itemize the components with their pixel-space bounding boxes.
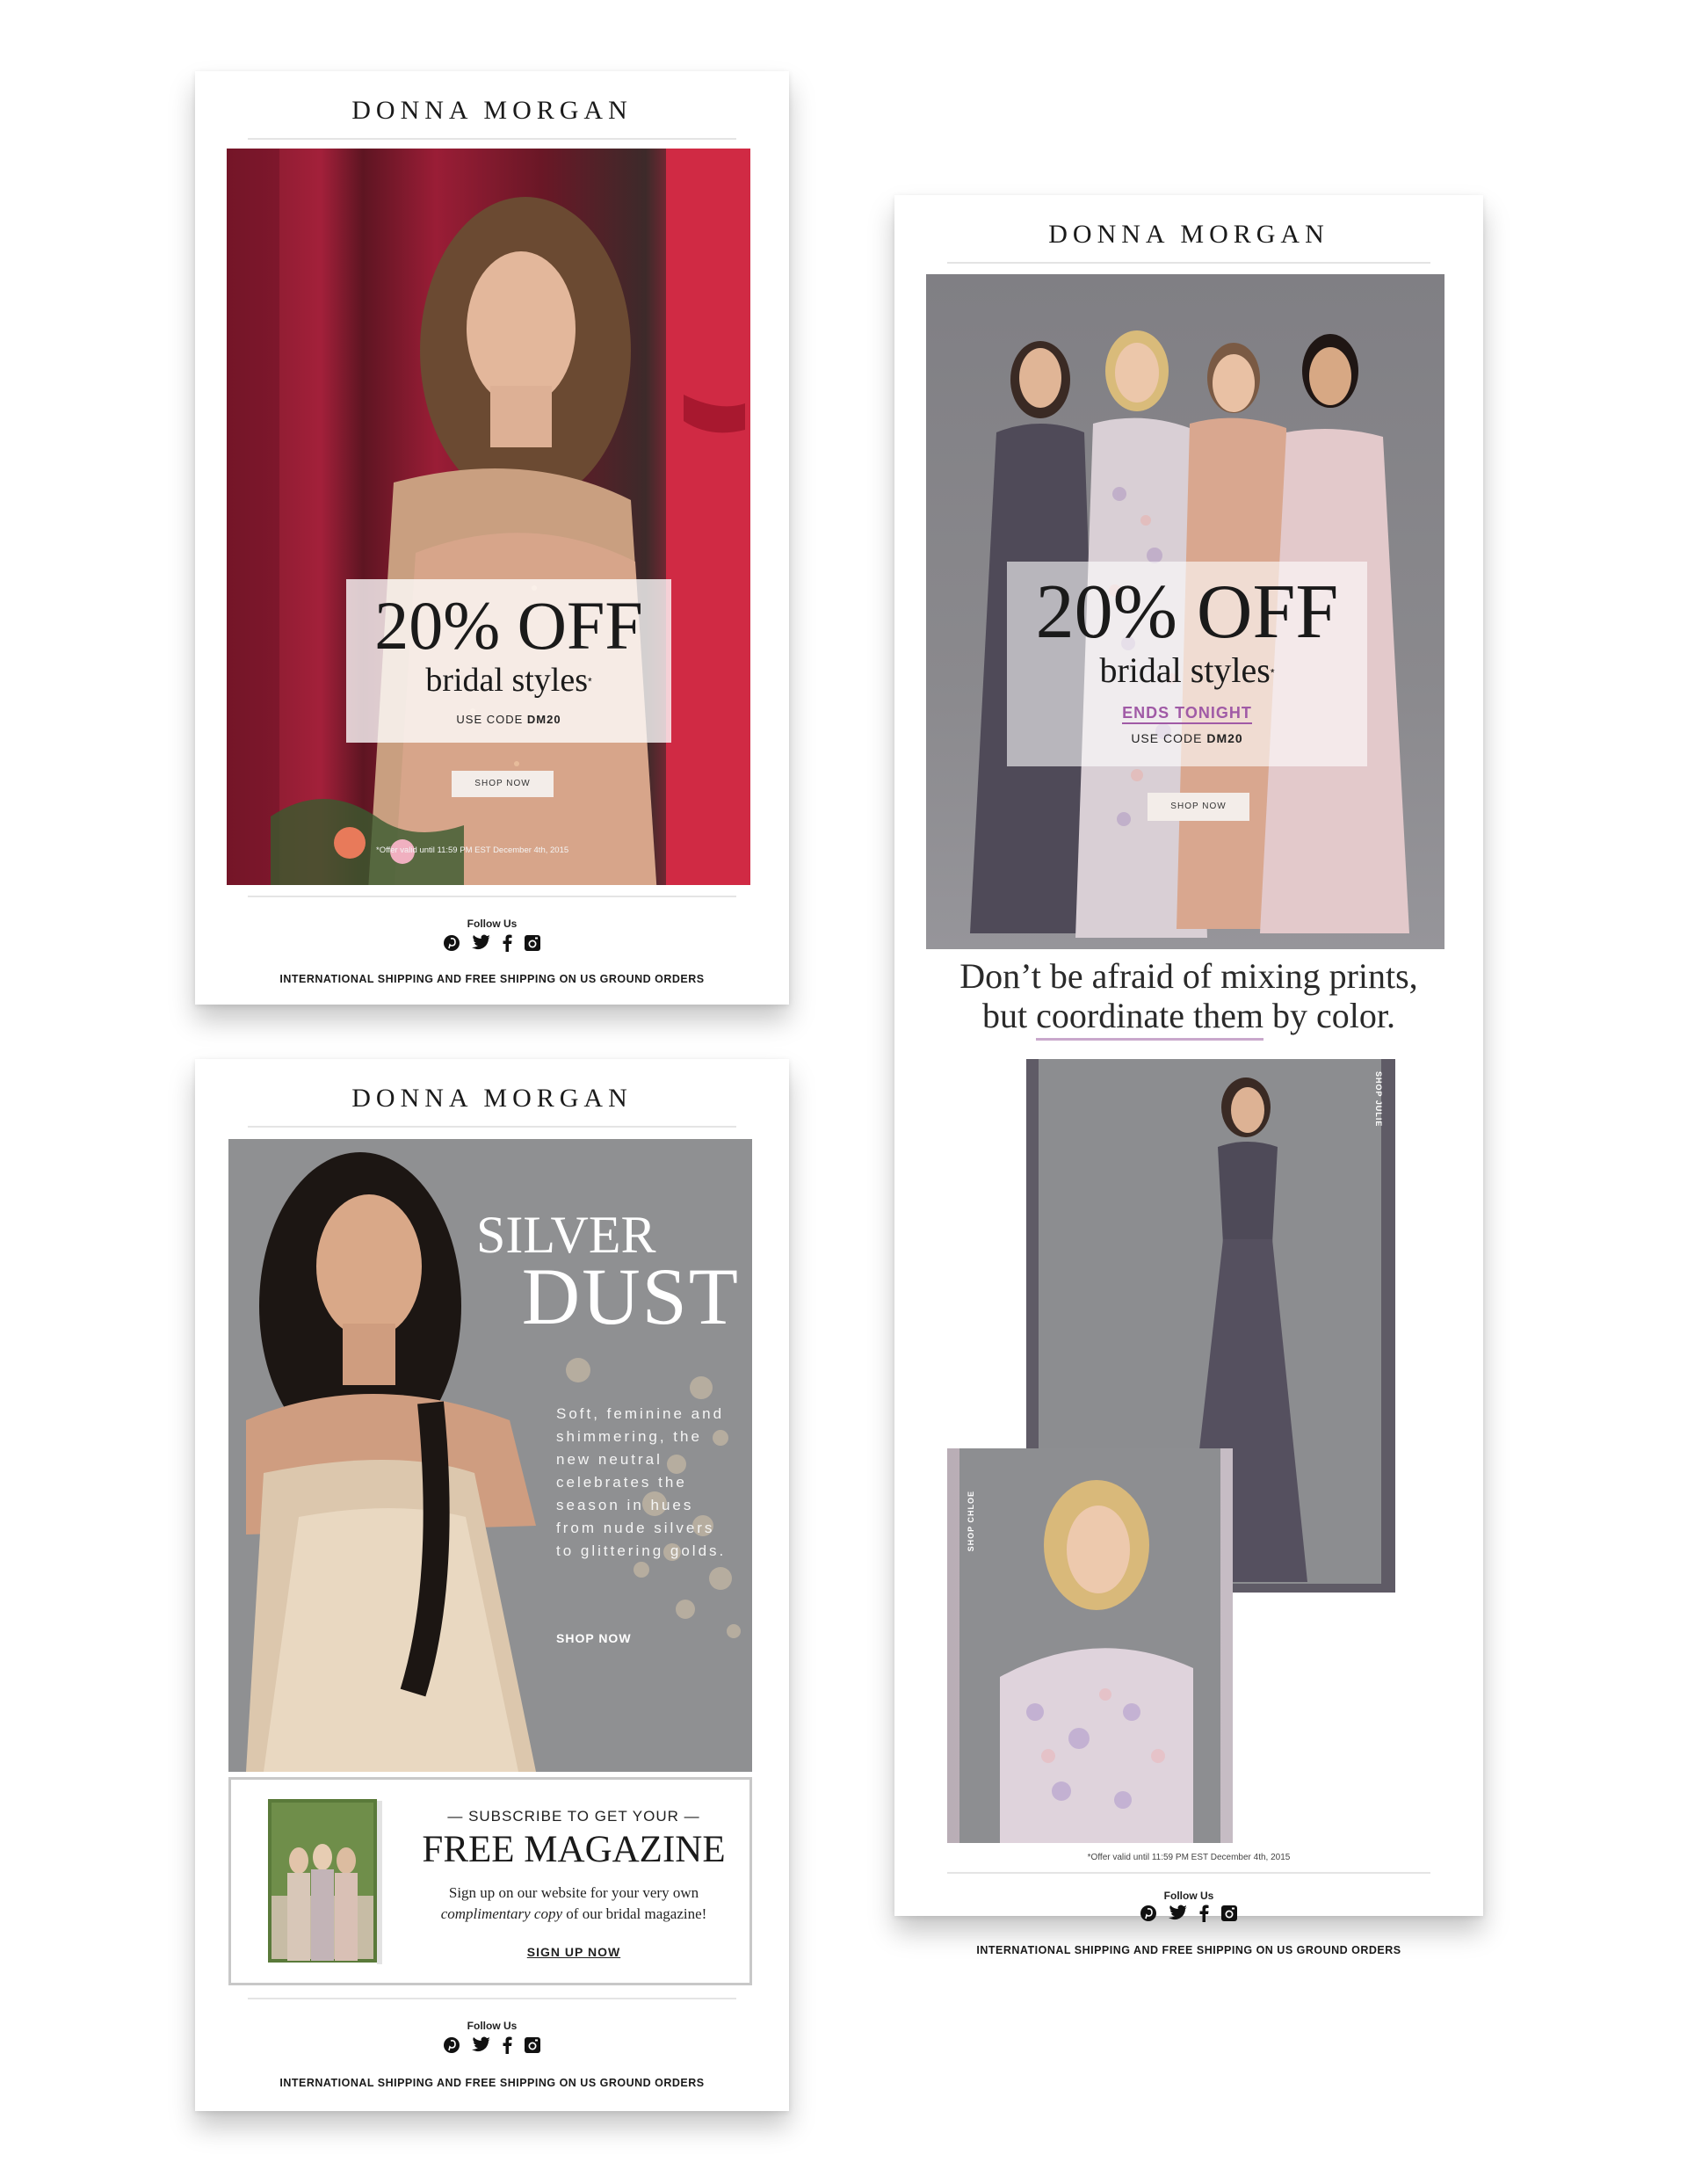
subscribe-title: FREE MAGAZINE: [422, 1829, 726, 1870]
chloe-dress-illustration: [959, 1448, 1220, 1843]
quote-line-2-pre: but: [982, 996, 1037, 1035]
shipping-banner: INTERNATIONAL SHIPPING AND FREE SHIPPING…: [279, 2077, 705, 2089]
divider: [248, 896, 736, 897]
shop-now-link[interactable]: SHOP NOW: [556, 1631, 632, 1645]
subscribe-panel: — SUBSCRIBE TO GET YOUR — FREE MAGAZINE …: [228, 1777, 752, 1985]
instagram-icon[interactable]: [524, 2036, 541, 2054]
instagram-icon[interactable]: [1220, 1905, 1238, 1922]
follow-us-label: Follow Us: [1163, 1890, 1214, 1902]
title-dust: DUST: [521, 1252, 740, 1341]
facebook-icon[interactable]: [502, 934, 512, 952]
pinterest-icon[interactable]: [443, 2036, 460, 2054]
subscribe-line-1: Sign up on our website for your very own: [448, 1884, 699, 1901]
sign-up-now-link[interactable]: SIGN UP NOW: [398, 1945, 749, 1959]
shop-chloe-link[interactable]: SHOP CHLOE: [967, 1491, 975, 1551]
email-card-silver-dust: DONNA MORGAN SILVER DUST Soft, feminine …: [195, 1059, 789, 2111]
subscribe-copy: Sign up on our website for your very own…: [398, 1883, 749, 1925]
divider: [947, 1872, 1430, 1874]
divider: [248, 1126, 736, 1128]
offer-subline: bridal styles: [1099, 650, 1271, 690]
ends-tonight-badge: ENDS TONIGHT: [1122, 704, 1252, 724]
promo-code-line: USE CODE DM20: [346, 713, 671, 726]
follow-us-label: Follow Us: [467, 918, 518, 930]
social-icons: [195, 934, 789, 952]
offer-headline: 20% OFF: [374, 587, 643, 664]
shipping-banner: INTERNATIONAL SHIPPING AND FREE SHIPPING…: [976, 1944, 1401, 1956]
shop-julie-link[interactable]: SHOP JULIE: [1374, 1071, 1383, 1127]
social-icons: [195, 2036, 789, 2054]
hero-image[interactable]: 20% OFF bridal styles* USE CODE DM20 SHO…: [227, 149, 750, 885]
use-code-label: USE CODE: [1131, 731, 1207, 745]
hero-image[interactable]: 20% OFF bridal styles* ENDS TONIGHT USE …: [926, 274, 1444, 949]
magazine-cover-image[interactable]: [268, 1799, 382, 1966]
offer-overlay: 20% OFF bridal styles* ENDS TONIGHT USE …: [1007, 562, 1367, 766]
styling-quote: Don’t be afraid of mixing prints, but co…: [894, 956, 1483, 1041]
divider: [248, 138, 736, 140]
instagram-icon[interactable]: [524, 934, 541, 952]
collection-title: SILVER DUST: [476, 1208, 740, 1341]
divider: [947, 262, 1430, 264]
offer-headline: 20% OFF: [1035, 570, 1339, 655]
quote-line-2: but coordinate them by color.: [894, 996, 1483, 1041]
twitter-icon[interactable]: [1168, 1905, 1188, 1922]
collection-description: Soft, feminine and shimmering, the new n…: [556, 1405, 727, 1559]
hero-image[interactable]: SILVER DUST Soft, feminine and shimmerin…: [228, 1139, 752, 1772]
quote-line-1: Don’t be afraid of mixing prints,: [959, 956, 1418, 996]
brand-logo: DONNA MORGAN: [1048, 220, 1329, 249]
email-card-ends-tonight: DONNA MORGAN 20% OFF bridal styles* ENDS…: [894, 195, 1483, 1956]
quote-line-2-post: by color.: [1263, 996, 1395, 1035]
shop-now-button[interactable]: SHOP NOW: [1148, 793, 1249, 821]
facebook-icon[interactable]: [1198, 1905, 1209, 1922]
brand-logo: DONNA MORGAN: [351, 1084, 633, 1113]
brand-logo: DONNA MORGAN: [351, 96, 633, 125]
promo-code-line: USE CODE DM20: [1007, 731, 1367, 745]
shipping-banner: INTERNATIONAL SHIPPING AND FREE SHIPPING…: [279, 973, 705, 985]
twitter-icon[interactable]: [471, 2036, 491, 2054]
twitter-icon[interactable]: [471, 934, 491, 952]
product-image-chloe[interactable]: SHOP CHLOE: [947, 1448, 1233, 1843]
quote-underlined: coordinate them: [1036, 996, 1263, 1041]
promo-code: DM20: [1206, 731, 1243, 745]
subscribe-kicker: — SUBSCRIBE TO GET YOUR —: [447, 1808, 700, 1825]
asterisk: *: [588, 675, 592, 688]
subscribe-emphasis: complimentary copy: [440, 1905, 563, 1922]
offer-disclaimer: *Offer valid until 11:59 PM EST December…: [376, 845, 569, 855]
offer-overlay: 20% OFF bridal styles* USE CODE DM20: [346, 579, 671, 743]
email-card-bridal-sale: DONNA MORGAN 20% OFF bridal styles* USE …: [195, 71, 789, 1005]
use-code-label: USE CODE: [456, 713, 527, 726]
offer-subline: bridal styles: [425, 662, 589, 699]
social-icons: [894, 1905, 1483, 1922]
offer-disclaimer: *Offer valid until 11:59 PM EST December…: [1087, 1853, 1291, 1862]
pinterest-icon[interactable]: [1140, 1905, 1157, 1922]
asterisk: *: [1270, 666, 1275, 679]
promo-code: DM20: [526, 713, 561, 726]
pinterest-icon[interactable]: [443, 934, 460, 952]
shop-now-button[interactable]: SHOP NOW: [452, 771, 554, 797]
follow-us-label: Follow Us: [467, 2020, 518, 2032]
facebook-icon[interactable]: [502, 2036, 512, 2054]
divider: [248, 1998, 736, 1999]
subscribe-line-2: complimentary copy of our bridal magazin…: [398, 1904, 749, 1925]
subscribe-line-2-rest: of our bridal magazine!: [562, 1905, 707, 1922]
